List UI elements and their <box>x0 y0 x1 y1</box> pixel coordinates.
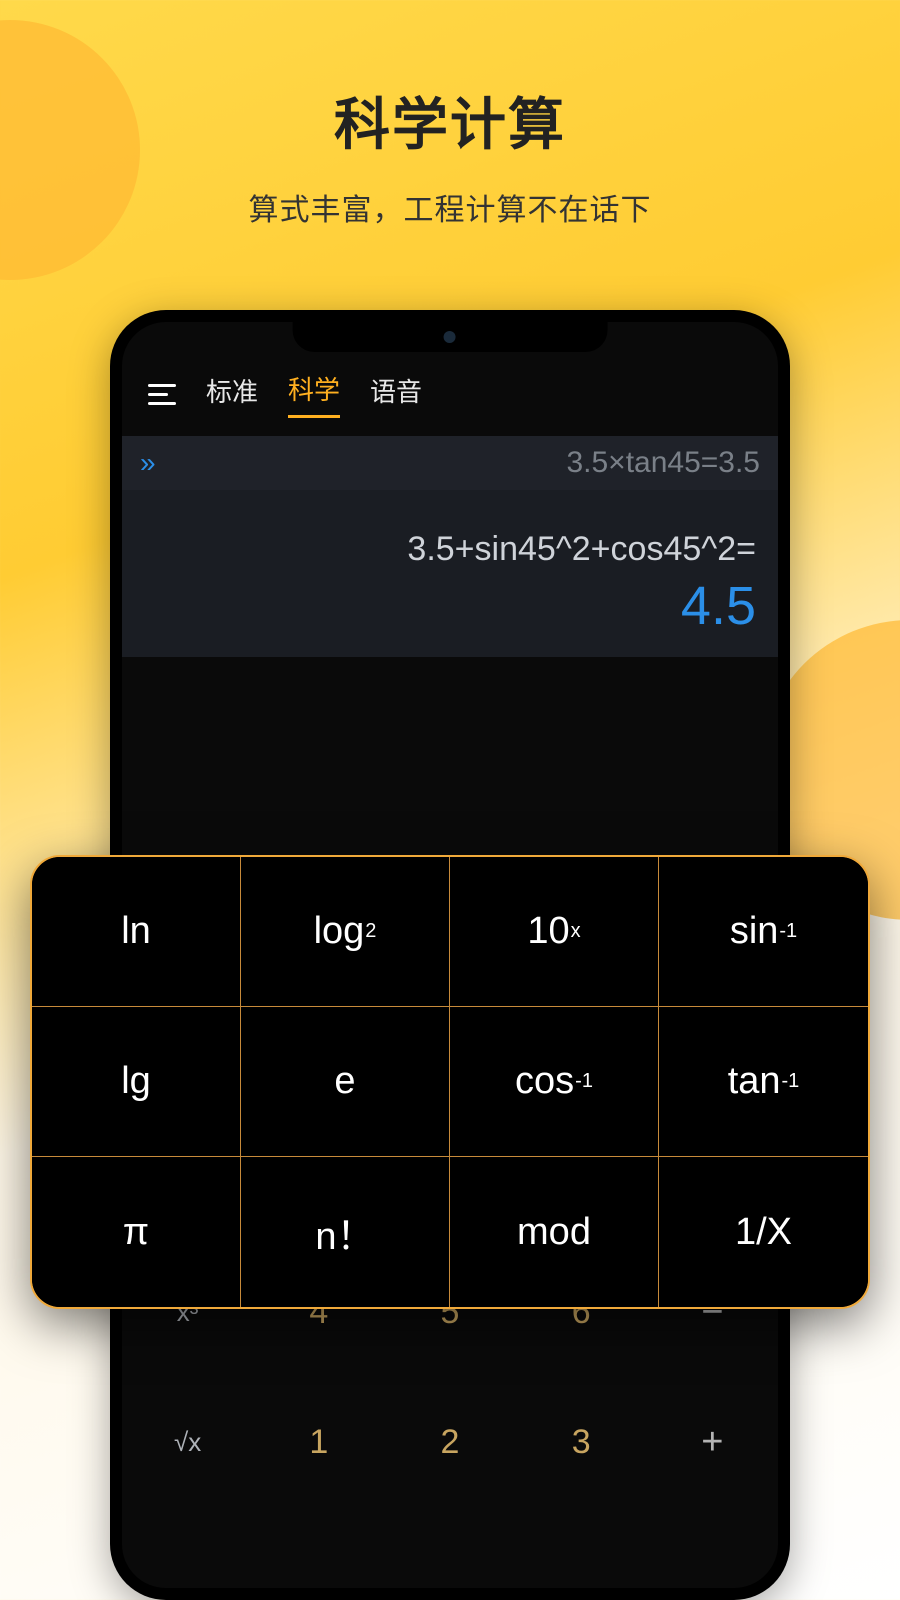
key-arctan[interactable]: tan-1 <box>659 1007 868 1157</box>
menu-icon[interactable] <box>148 384 176 405</box>
key-e[interactable]: e <box>241 1007 450 1157</box>
key-reciprocal[interactable]: 1/X <box>659 1157 868 1307</box>
key-lg[interactable]: lg <box>32 1007 241 1157</box>
key-10x[interactable]: 10x <box>450 857 659 1007</box>
key-plus[interactable]: + <box>647 1377 778 1507</box>
key-3[interactable]: 3 <box>516 1377 647 1507</box>
page-subtitle: 算式丰富，工程计算不在话下 <box>0 185 900 229</box>
display-area: » 3.5×tan45=3.5 3.5+sin45^2+cos45^2= 4.5 <box>122 436 778 657</box>
history-row[interactable]: » 3.5×tan45=3.5 <box>122 436 778 490</box>
expression-text: 3.5+sin45^2+cos45^2= <box>122 490 778 575</box>
key-ln[interactable]: ln <box>32 857 241 1007</box>
tab-standard[interactable]: 标准 <box>206 372 258 417</box>
history-expand-icon[interactable]: » <box>140 447 148 479</box>
key-1[interactable]: 1 <box>253 1377 384 1507</box>
tab-science[interactable]: 科学 <box>288 370 340 418</box>
key-factorial[interactable]: n！ <box>241 1157 450 1307</box>
phone-notch <box>293 322 608 352</box>
key-2[interactable]: 2 <box>384 1377 515 1507</box>
key-sqrt[interactable]: √x <box>122 1377 253 1507</box>
key-arccos[interactable]: cos-1 <box>450 1007 659 1157</box>
scientific-overlay-keypad: ln log2 10x sin-1 lg e cos-1 tan-1 π n！ … <box>30 855 870 1309</box>
tab-voice[interactable]: 语音 <box>370 372 422 417</box>
key-arcsin[interactable]: sin-1 <box>659 857 868 1007</box>
camera-dot <box>444 331 456 343</box>
key-log2[interactable]: log2 <box>241 857 450 1007</box>
history-text: 3.5×tan45=3.5 <box>158 446 760 480</box>
key-mod[interactable]: mod <box>450 1157 659 1307</box>
key-pi[interactable]: π <box>32 1157 241 1307</box>
result-text: 4.5 <box>122 575 778 657</box>
